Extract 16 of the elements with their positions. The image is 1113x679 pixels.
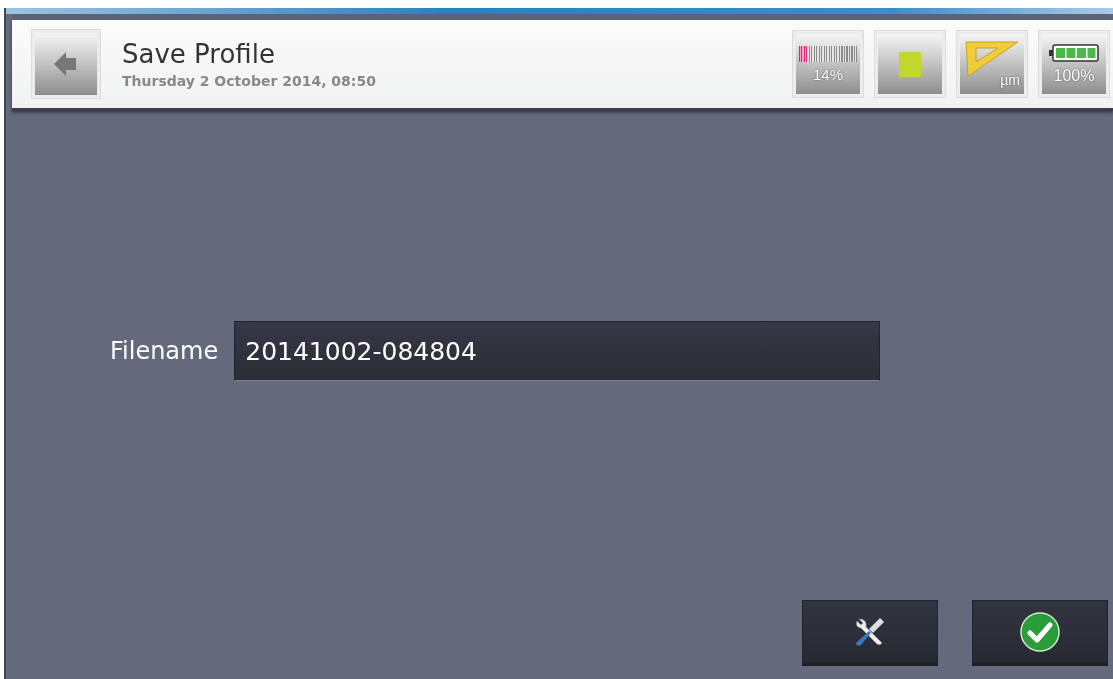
date-time: Thursday 2 October 2014, 08:50 (122, 73, 377, 89)
tools-icon (853, 615, 887, 649)
units-button[interactable]: µm (957, 31, 1027, 97)
back-button[interactable] (32, 30, 100, 98)
filename-label: Filename (110, 337, 219, 365)
tools-button[interactable] (802, 600, 938, 666)
square-icon (899, 51, 921, 77)
stop-button[interactable] (875, 31, 945, 97)
battery-icon (1048, 43, 1100, 63)
battery-button[interactable]: 100% (1039, 31, 1109, 97)
checkmark-icon (1020, 612, 1060, 652)
memory-button[interactable]: 14% (793, 31, 863, 97)
memory-meter (799, 45, 857, 62)
screen-title: Save Profile (122, 39, 276, 69)
filename-field[interactable]: 20141002-084804 (234, 321, 881, 381)
confirm-button[interactable] (972, 600, 1108, 666)
